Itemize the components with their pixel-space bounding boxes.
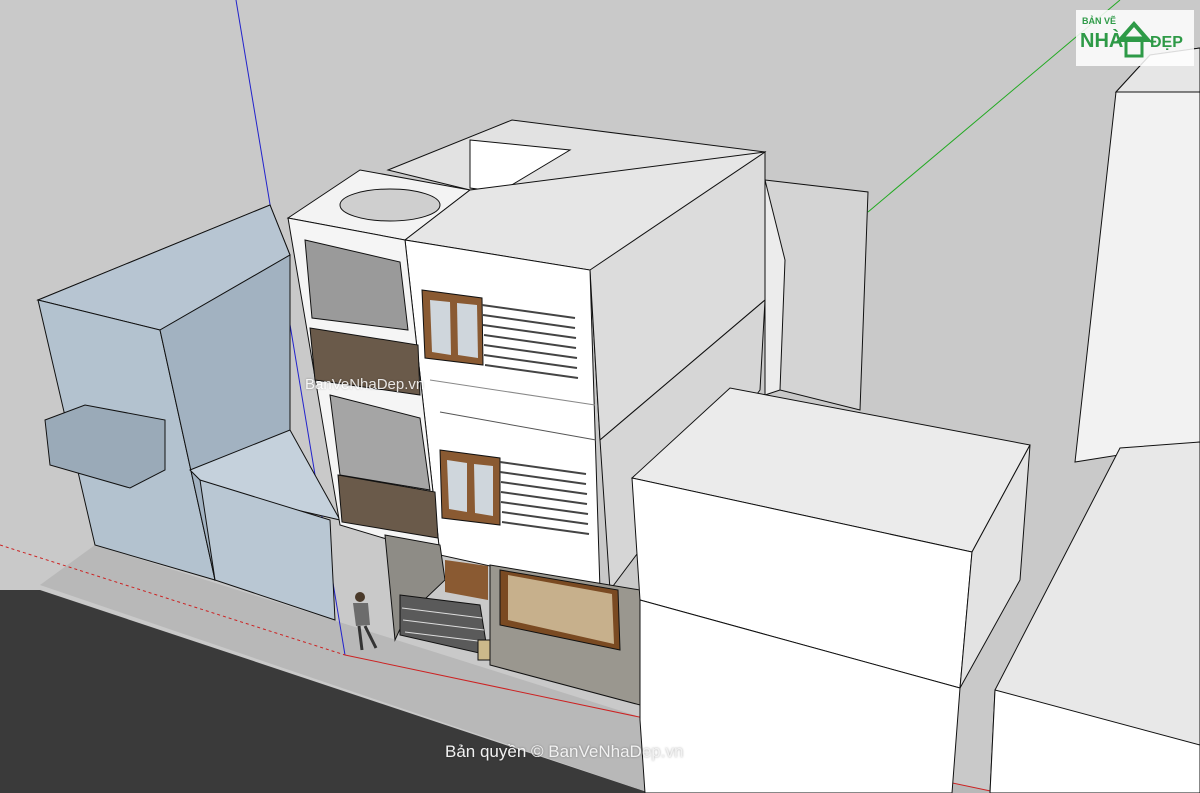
left-balcony [44, 404, 166, 489]
far-right-buildings [989, 47, 1200, 793]
logo-text-nha: NHÀ [1080, 30, 1124, 52]
watermark-center: BanVeNhaDep.vn [305, 376, 425, 393]
back-neighbor-building [764, 179, 869, 411]
planter-box [477, 639, 491, 661]
logo-text-top: BẢN VẼ [1082, 16, 1117, 26]
sketchup-viewport[interactable]: BẢN VẼ NHÀ ĐẸP BanVeNhaDep.vn Bản quyền … [0, 0, 1200, 793]
right-neighbor-building [630, 387, 1031, 793]
logo-text-dep: ĐẸP [1150, 34, 1183, 51]
3d-model-scene [0, 0, 1200, 793]
brand-logo: BẢN VẼ NHÀ ĐẸP [1076, 10, 1194, 66]
roof-skylight [339, 188, 441, 222]
watermark-copyright: Bản quyền © BanVeNhaDep.vn [445, 742, 684, 761]
